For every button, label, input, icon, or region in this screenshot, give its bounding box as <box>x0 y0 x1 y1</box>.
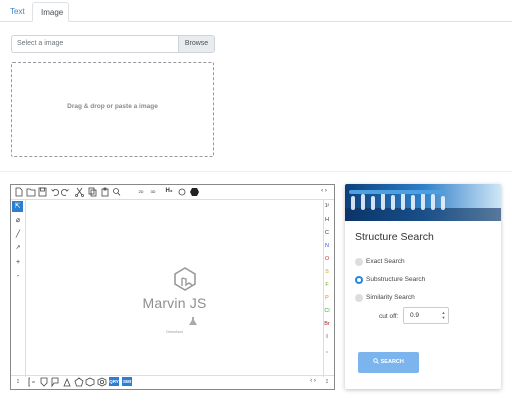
redo-icon[interactable] <box>61 189 69 196</box>
chemaxon-label: ChemAxon <box>165 330 184 334</box>
search-icon <box>373 357 380 364</box>
tab-text[interactable]: Text <box>2 3 33 21</box>
element-I[interactable]: I <box>322 334 332 340</box>
editor-right-toolbar: 1² H C N O S F P Cl Br I • <box>322 199 334 377</box>
editor-canvas[interactable]: Marvin JS ChemAxon <box>25 199 324 377</box>
search-button[interactable]: SEARCH <box>358 352 419 373</box>
clean-3d-icon[interactable]: 3D <box>148 187 158 197</box>
browse-button[interactable]: Browse <box>178 35 215 53</box>
card-header-image <box>345 184 501 221</box>
element-H[interactable]: H <box>322 217 332 223</box>
cut-icon[interactable] <box>75 187 84 197</box>
undo-icon[interactable] <box>51 189 59 196</box>
element-O[interactable]: O <box>322 256 332 262</box>
chemaxon-logo-icon <box>189 317 197 325</box>
editor-left-toolbar: ⇱ ⌀ ╱ ↗ + - <box>11 199 25 377</box>
chain-tool-icon[interactable]: ↗ <box>13 244 23 254</box>
atom-numbering-icon[interactable]: 1² <box>322 203 332 209</box>
bottom-scroll-icon[interactable]: ↕ <box>13 377 23 387</box>
help-icon[interactable] <box>190 188 199 196</box>
element-P[interactable]: P <box>322 295 332 301</box>
bottom-right-scroll-icon[interactable]: ↕ <box>322 377 332 387</box>
template-benzene-icon[interactable] <box>97 377 107 387</box>
open-folder-icon[interactable] <box>26 188 36 197</box>
bottom-tool-icons <box>28 377 107 388</box>
cutoff-spinner-icon[interactable]: ▲ ▼ <box>441 310 446 320</box>
image-file-picker: Select a image Browse <box>11 35 215 53</box>
radio-circle[interactable] <box>355 294 363 302</box>
card-title: Structure Search <box>355 231 434 243</box>
tab-bar: Text Image <box>0 0 512 22</box>
radio-circle[interactable] <box>355 258 363 266</box>
save-icon[interactable] <box>38 187 47 197</box>
element-S[interactable]: S <box>322 269 332 275</box>
bottom-scroll-arrows[interactable]: ‹ › <box>306 377 320 387</box>
template-hexagon-icon[interactable] <box>85 377 95 387</box>
template-pentagon-icon[interactable] <box>74 377 84 387</box>
marvin-editor: 2D 3D H₂ ‹ › ⇱ ⌀ ╱ ↗ + - Marvin JS ChemA… <box>10 184 335 390</box>
element-N[interactable]: N <box>322 243 332 249</box>
new-document-icon[interactable] <box>15 187 23 197</box>
template-flag-icon[interactable] <box>51 377 59 388</box>
clean-2d-icon[interactable]: 2D <box>136 187 146 197</box>
settings-help-icons <box>178 188 199 196</box>
charge-minus-icon[interactable]: - <box>13 272 23 282</box>
cutoff-input[interactable]: 0.9 ▲ ▼ <box>403 307 449 324</box>
radio-label: Exact Search <box>366 258 405 265</box>
template-bracket-icon[interactable] <box>28 377 35 387</box>
settings-icon[interactable] <box>178 188 186 196</box>
template-cyclopropane-icon[interactable] <box>63 377 71 387</box>
element-F[interactable]: F <box>322 282 332 288</box>
copy-icon[interactable] <box>88 187 97 197</box>
paste-icon[interactable] <box>101 187 109 197</box>
charge-plus-icon[interactable]: + <box>13 258 23 268</box>
dropzone-label: Drag & drop or paste a image <box>67 103 158 110</box>
more-elements-icon[interactable]: • <box>322 349 332 354</box>
radio-label: Substructure Search <box>366 276 426 283</box>
marvin-logo-icon <box>174 267 196 291</box>
structure-search-card: Structure Search Exact Search Substructu… <box>345 184 501 389</box>
query-badge[interactable]: QRY <box>109 377 119 386</box>
tab-image[interactable]: Image <box>32 2 69 22</box>
template-shape-icon[interactable] <box>40 377 48 387</box>
element-Br[interactable]: Br <box>322 321 332 327</box>
cutoff-value: 0.9 <box>410 312 420 319</box>
bond-tool-icon[interactable]: ╱ <box>13 230 23 240</box>
editor-top-toolbar: 2D 3D H₂ ‹ › <box>11 185 334 200</box>
element-Cl[interactable]: Cl <box>322 308 332 314</box>
radio-label: Similarity Search <box>366 294 415 301</box>
image-file-input[interactable]: Select a image <box>11 35 178 53</box>
cutoff-label: cut off: <box>379 313 399 320</box>
zoom-icon[interactable] <box>113 188 121 196</box>
toolbar-scroll-arrows[interactable]: ‹ › <box>317 187 331 197</box>
element-C[interactable]: C <box>322 230 332 236</box>
section-divider <box>0 171 512 172</box>
hydrogens-icon[interactable]: H₂ <box>163 187 175 197</box>
smiles-badge[interactable]: SMI <box>122 377 132 386</box>
search-button-label: SEARCH <box>380 359 404 365</box>
eraser-icon[interactable]: ⌀ <box>13 216 23 226</box>
editor-bottom-toolbar: ↕ QRY SMI ‹ › ↕ <box>11 375 334 389</box>
marvin-logo-title: Marvin JS <box>142 295 207 311</box>
image-dropzone[interactable]: Drag & drop or paste a image <box>11 62 214 157</box>
radio-circle-selected[interactable] <box>355 276 363 284</box>
lab-equipment-image <box>345 184 501 221</box>
select-tool-icon[interactable]: ⇱ <box>12 201 23 212</box>
